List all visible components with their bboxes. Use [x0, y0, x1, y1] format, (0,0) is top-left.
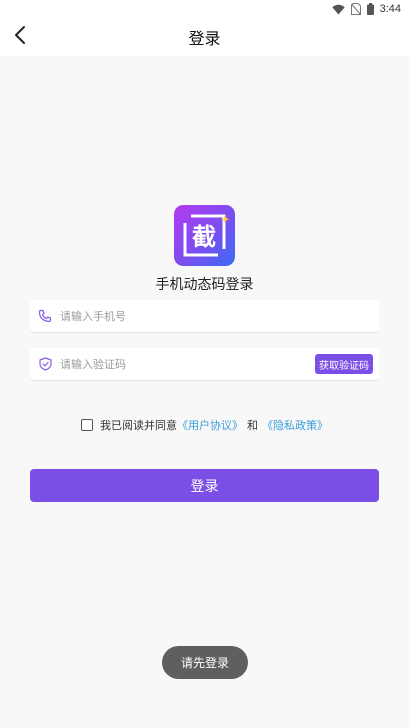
- agreement-row: 我已阅读并同意 《用户协议》 和 《隐私政策》: [0, 417, 409, 433]
- agreement-checkbox[interactable]: [81, 419, 93, 431]
- app-logo: 截: [174, 205, 235, 266]
- toast-message: 请先登录: [162, 646, 248, 679]
- phone-input[interactable]: [60, 300, 379, 332]
- agreement-and: 和: [247, 419, 258, 432]
- shield-icon: [37, 356, 53, 372]
- login-subtitle: 手机动态码登录: [155, 277, 254, 293]
- phone-icon: [37, 308, 53, 324]
- page-title: 登录: [188, 29, 221, 48]
- status-bar: 3:44: [0, 0, 409, 18]
- code-input[interactable]: [60, 348, 315, 380]
- app-header: 登录: [0, 18, 409, 56]
- login-button[interactable]: 登录: [30, 469, 379, 502]
- status-time: 3:44: [379, 3, 401, 15]
- user-agreement-link[interactable]: 《用户协议》: [177, 417, 243, 433]
- back-button[interactable]: [6, 22, 34, 52]
- agreement-prefix: 我已阅读并同意: [100, 419, 177, 432]
- logo-glyph: 截: [192, 223, 216, 251]
- chevron-left-icon: [14, 25, 26, 49]
- battery-icon: [366, 3, 374, 15]
- wifi-icon: [331, 4, 345, 15]
- code-field: 获取验证码: [30, 348, 379, 381]
- phone-field: [30, 300, 379, 333]
- no-sim-icon: [350, 3, 361, 15]
- privacy-policy-link[interactable]: 《隐私政策》: [262, 417, 328, 433]
- get-code-button[interactable]: 获取验证码: [315, 354, 373, 374]
